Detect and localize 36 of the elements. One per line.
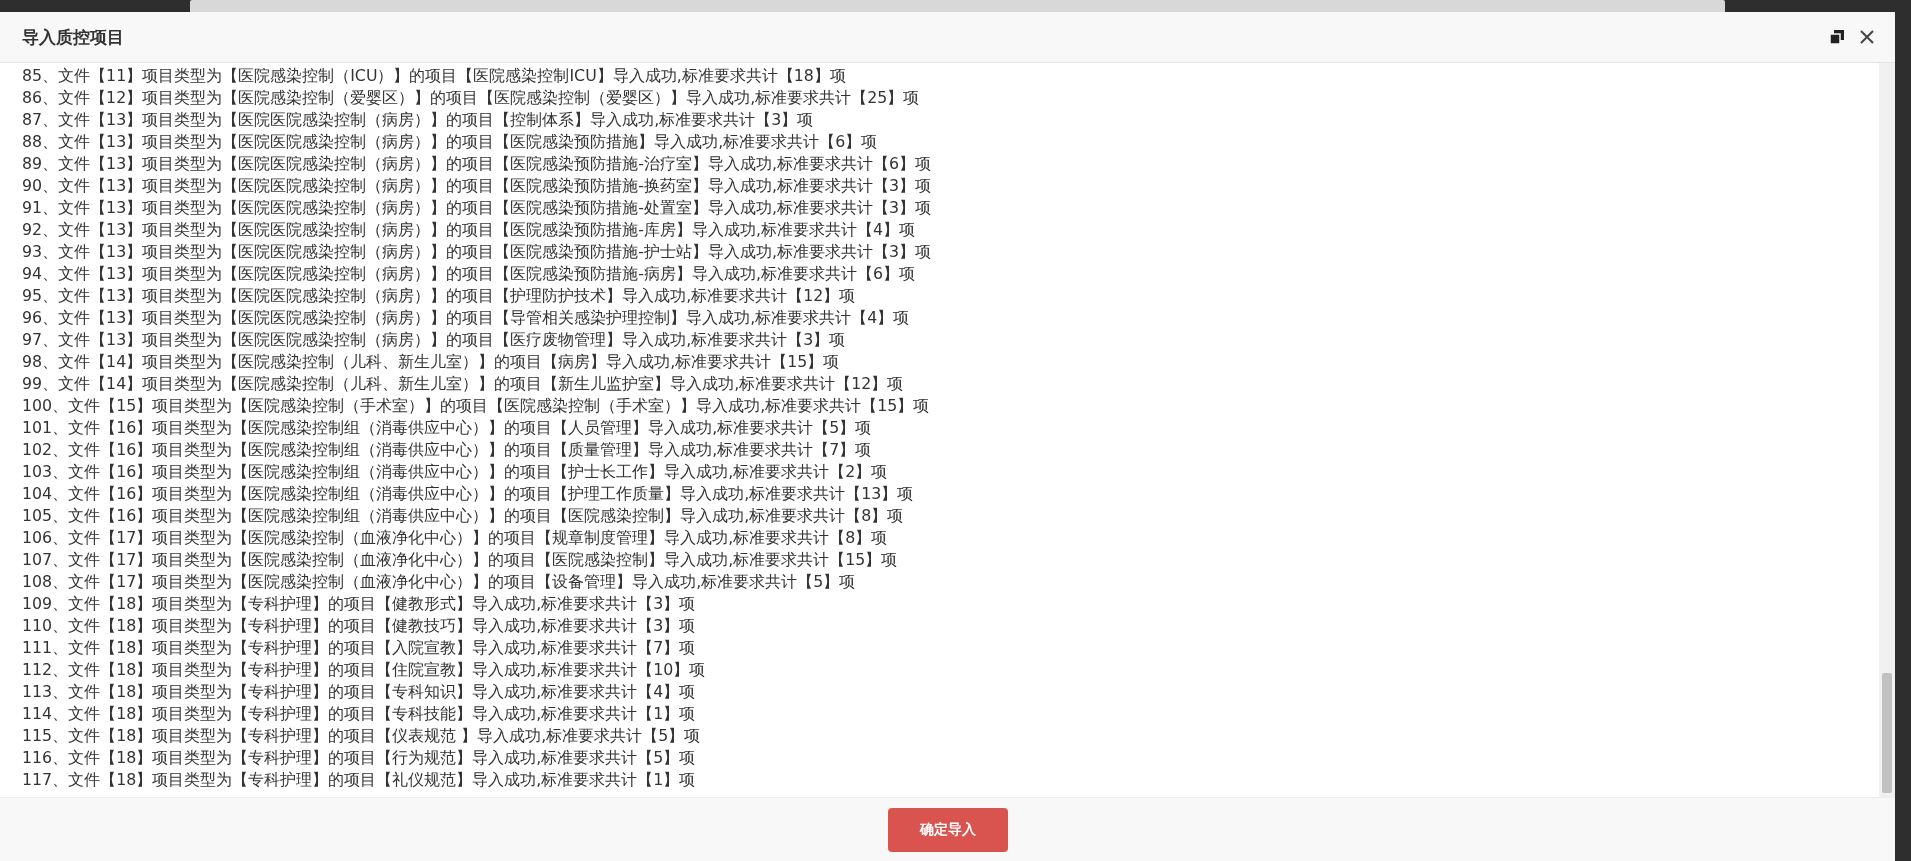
log-line: 109、文件【18】项目类型为【专科护理】的项目【健教形式】导入成功,标准要求共计【3】项 (22, 593, 696, 615)
log-line: 85、文件【11】项目类型为【医院感染控制（ICU）】的项目【医院感染控制ICU】导入成功,标准要求共计【18】项 (22, 65, 846, 87)
log-line: 99、文件【14】项目类型为【医院感染控制（儿科、新生儿室）】的项目【新生儿监护室】导入成功,标准要求共计【12】项 (22, 373, 904, 395)
log-line: 103、文件【16】项目类型为【医院感染控制组（消毒供应中心）】的项目【护士长工作】导入成功,标准要求共计【2】项 (22, 461, 888, 483)
log-line: 91、文件【13】项目类型为【医院医院感染控制（病房）】的项目【医院感染预防措施-处置室】导入成功,标准要求共计【3】项 (22, 197, 931, 219)
log-line: 104、文件【16】项目类型为【医院感染控制组（消毒供应中心）】的项目【护理工作质量】导入成功,标准要求共计【13】项 (22, 483, 914, 505)
log-line: 93、文件【13】项目类型为【医院医院感染控制（病房）】的项目【医院感染预防措施-护士站】导入成功,标准要求共计【3】项 (22, 241, 931, 263)
log-line: 105、文件【16】项目类型为【医院感染控制组（消毒供应中心）】的项目【医院感染控制】导入成功,标准要求共计【8】项 (22, 505, 904, 527)
log-line: 98、文件【14】项目类型为【医院感染控制（儿科、新生儿室）】的项目【病房】导入成功,标准要求共计【15】项 (22, 351, 840, 373)
log-line: 111、文件【18】项目类型为【专科护理】的项目【入院宣教】导入成功,标准要求共计【7】项 (22, 637, 696, 659)
dialog-title: 导入质控项目 (22, 25, 125, 49)
log-line: 112、文件【18】项目类型为【专科护理】的项目【住院宣教】导入成功,标准要求共计【10】项 (22, 659, 706, 681)
log-line: 89、文件【13】项目类型为【医院医院感染控制（病房）】的项目【医院感染预防措施-治疗室】导入成功,标准要求共计【6】项 (22, 153, 931, 175)
log-line: 95、文件【13】项目类型为【医院医院感染控制（病房）】的项目【护理防护技术】导入成功,标准要求共计【12】项 (22, 285, 856, 307)
log-line: 88、文件【13】项目类型为【医院医院感染控制（病房）】的项目【医院感染预防措施】导入成功,标准要求共计【6】项 (22, 131, 878, 153)
log-line: 92、文件【13】项目类型为【医院医院感染控制（病房）】的项目【医院感染预防措施-库房】导入成功,标准要求共计【4】项 (22, 219, 915, 241)
log-line: 90、文件【13】项目类型为【医院医院感染控制（病房）】的项目【医院感染预防措施-换药室】导入成功,标准要求共计【3】项 (22, 175, 931, 197)
restore-button[interactable] (1827, 27, 1847, 47)
log-line: 101、文件【16】项目类型为【医院感染控制组（消毒供应中心）】的项目【人员管理】导入成功,标准要求共计【5】项 (22, 417, 872, 439)
log-line: 86、文件【12】项目类型为【医院感染控制（爱婴区）】的项目【医院感染控制（爱婴区）】导入成功,标准要求共计【25】项 (22, 87, 920, 109)
log-line: 114、文件【18】项目类型为【专科护理】的项目【专科技能】导入成功,标准要求共计【1】项 (22, 703, 696, 725)
log-line: 117、文件【18】项目类型为【专科护理】的项目【礼仪规范】导入成功,标准要求共计【1】项 (22, 769, 696, 791)
log-line: 115、文件【18】项目类型为【专科护理】的项目【仪表规范 】导入成功,标准要求共计【5】项 (22, 725, 701, 747)
confirm-import-button[interactable]: 确定导入 (887, 807, 1008, 852)
log-line: 113、文件【18】项目类型为【专科护理】的项目【专科知识】导入成功,标准要求共计【4】项 (22, 681, 696, 703)
log-line: 96、文件【13】项目类型为【医院医院感染控制（病房）】的项目【导管相关感染护理控制】导入成功,标准要求共计【4】项 (22, 307, 910, 329)
log-line: 94、文件【13】项目类型为【医院医院感染控制（病房）】的项目【医院感染预防措施-病房】导入成功,标准要求共计【6】项 (22, 263, 915, 285)
log-line: 108、文件【17】项目类型为【医院感染控制（血液净化中心）】的项目【设备管理】导入成功,标准要求共计【5】项 (22, 571, 856, 593)
log-line: 110、文件【18】项目类型为【专科护理】的项目【健教技巧】导入成功,标准要求共计【3】项 (22, 615, 696, 637)
log-line: 102、文件【16】项目类型为【医院感染控制组（消毒供应中心）】的项目【质量管理】导入成功,标准要求共计【7】项 (22, 439, 872, 461)
log-line: 106、文件【17】项目类型为【医院感染控制（血液净化中心）】的项目【规章制度管理】导入成功,标准要求共计【8】项 (22, 527, 888, 549)
log-line: 100、文件【15】项目类型为【医院感染控制（手术室）】的项目【医院感染控制（手术室）】导入成功,标准要求共计【15】项 (22, 395, 930, 417)
log-line: 107、文件【17】项目类型为【医院感染控制（血液净化中心）】的项目【医院感染控制】导入成功,标准要求共计【15】项 (22, 549, 898, 571)
log-line: 87、文件【13】项目类型为【医院医院感染控制（病房）】的项目【控制体系】导入成功,标准要求共计【3】项 (22, 109, 814, 131)
log-line: 97、文件【13】项目类型为【医院医院感染控制（病房）】的项目【医疗废物管理】导入成功,标准要求共计【3】项 (22, 329, 846, 351)
log-line: 116、文件【18】项目类型为【专科护理】的项目【行为规范】导入成功,标准要求共计【5】项 (22, 747, 696, 769)
